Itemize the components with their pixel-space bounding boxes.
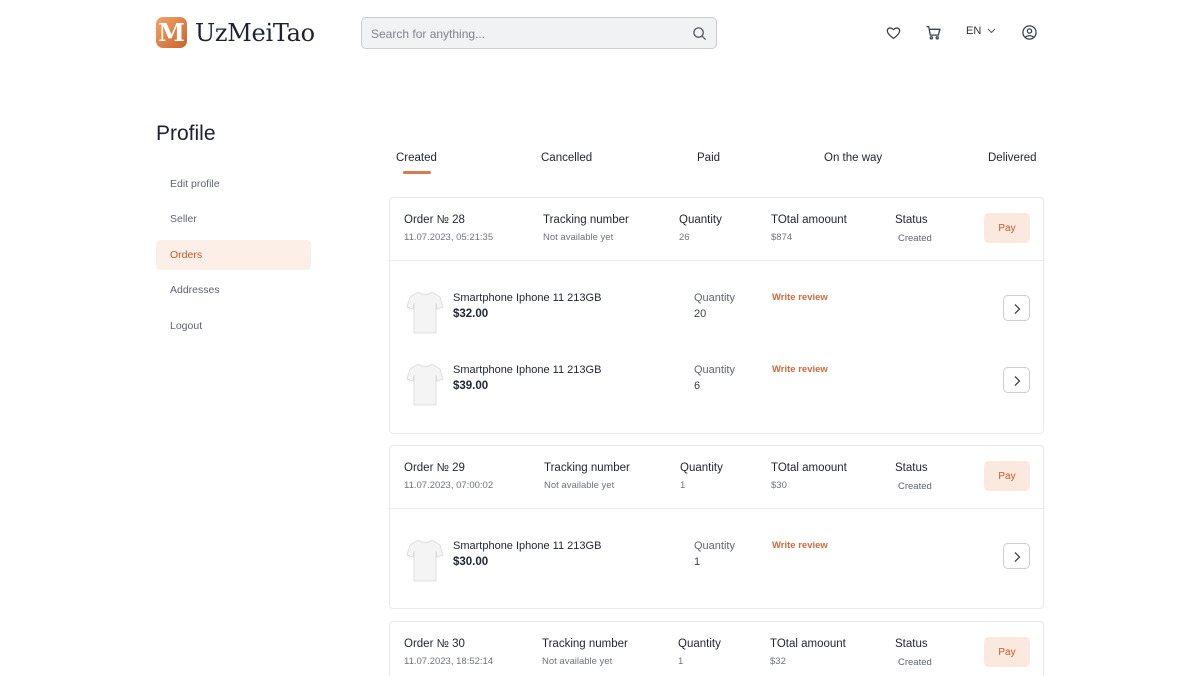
quantity-label: Quantity — [679, 214, 722, 226]
tshirt-image — [406, 363, 444, 406]
search-icon[interactable] — [692, 26, 707, 41]
page-title: Profile — [156, 122, 216, 145]
search-input[interactable] — [371, 24, 671, 44]
tracking-label: Tracking number — [543, 214, 629, 226]
logo-mark: M — [156, 17, 187, 48]
header: M UzMeiTao EN — [0, 0, 1200, 66]
sidebar-item-orders[interactable]: Orders — [156, 240, 311, 270]
logo-text: UzMeiTao — [195, 18, 315, 47]
item-quantity-value: 1 — [694, 556, 701, 568]
language-label: EN — [966, 25, 982, 37]
order-date: 11.07.2023, 07:00:02 — [404, 480, 494, 491]
language-selector[interactable]: EN — [966, 25, 996, 37]
total-label: TOtal amoount — [770, 638, 846, 650]
item-details-button[interactable] — [1003, 367, 1030, 393]
user-icon[interactable] — [1021, 24, 1038, 41]
order-item: Smartphone Iphone 11 213GB $32.00 Quanti… — [390, 282, 1043, 342]
order-title: Order № 30 — [404, 638, 465, 650]
tshirt-image — [406, 539, 444, 582]
heart-icon[interactable] — [885, 24, 902, 41]
write-review-link[interactable]: Write review — [772, 364, 828, 375]
sidebar-item-seller[interactable]: Seller — [156, 204, 311, 234]
item-name: Smartphone Iphone 11 213GB — [453, 292, 602, 304]
pay-button[interactable]: Pay — [984, 637, 1030, 667]
item-price: $30.00 — [453, 556, 489, 568]
write-review-link[interactable]: Write review — [772, 540, 828, 551]
order-card: Order № 30 11.07.2023, 18:52:14 Tracking… — [389, 621, 1044, 676]
item-name: Smartphone Iphone 11 213GB — [453, 364, 602, 376]
order-item: Smartphone Iphone 11 213GB $39.00 Quanti… — [390, 354, 1043, 414]
item-quantity-label: Quantity — [694, 540, 735, 552]
item-quantity-value: 20 — [694, 308, 707, 320]
item-price: $32.00 — [453, 308, 489, 320]
tab-paid[interactable]: Paid — [697, 152, 720, 164]
cart-icon[interactable] — [925, 24, 942, 41]
total-value: $874 — [771, 232, 793, 243]
order-header: Order № 29 11.07.2023, 07:00:02 Tracking… — [390, 446, 1043, 509]
tab-on-the-way[interactable]: On the way — [824, 152, 882, 164]
item-price: $39.00 — [453, 380, 489, 392]
tracking-label: Tracking number — [542, 638, 628, 650]
tshirt-image — [406, 291, 444, 334]
order-item: Smartphone Iphone 11 213GB $30.00 Quanti… — [390, 530, 1043, 590]
tab-created[interactable]: Created — [396, 152, 437, 164]
status-badge: Created — [898, 657, 932, 668]
quantity-value: 26 — [679, 232, 690, 243]
tracking-value: Not available yet — [543, 232, 614, 243]
chevron-down-icon — [987, 28, 996, 34]
logo[interactable]: M UzMeiTao — [156, 17, 315, 48]
total-value: $32 — [770, 656, 786, 667]
tracking-value: Not available yet — [544, 480, 615, 491]
pay-button[interactable]: Pay — [984, 213, 1030, 243]
tab-delivered[interactable]: Delivered — [988, 152, 1037, 164]
item-details-button[interactable] — [1003, 295, 1030, 321]
total-label: TOtal amoount — [771, 462, 847, 474]
chevron-right-icon — [1014, 304, 1021, 314]
search-bar — [361, 17, 717, 49]
status-label: Status — [895, 462, 928, 474]
item-quantity-label: Quantity — [694, 364, 735, 376]
status-badge: Created — [898, 233, 932, 244]
pay-button[interactable]: Pay — [984, 461, 1030, 491]
order-title: Order № 29 — [404, 462, 465, 474]
quantity-label: Quantity — [680, 462, 723, 474]
item-quantity-label: Quantity — [694, 292, 735, 304]
item-name: Smartphone Iphone 11 213GB — [453, 540, 602, 552]
total-label: TOtal amoount — [771, 214, 847, 226]
sidebar-item-logout[interactable]: Logout — [156, 311, 311, 341]
order-header: Order № 28 11.07.2023, 05:21:35 Tracking… — [390, 198, 1043, 261]
order-card: Order № 28 11.07.2023, 05:21:35 Tracking… — [389, 197, 1044, 434]
sidebar-item-addresses[interactable]: Addresses — [156, 275, 311, 305]
chevron-right-icon — [1014, 552, 1021, 562]
order-date: 11.07.2023, 18:52:14 — [404, 656, 494, 667]
sidebar-item-edit-profile[interactable]: Edit profile — [156, 169, 311, 199]
active-tab-indicator — [403, 171, 431, 174]
tracking-value: Not available yet — [542, 656, 613, 667]
tab-cancelled[interactable]: Cancelled — [541, 152, 592, 164]
item-quantity-value: 6 — [694, 380, 701, 392]
status-label: Status — [895, 638, 928, 650]
quantity-value: 1 — [678, 656, 684, 667]
order-header: Order № 30 11.07.2023, 18:52:14 Tracking… — [390, 622, 1043, 676]
quantity-value: 1 — [680, 480, 686, 491]
write-review-link[interactable]: Write review — [772, 292, 828, 303]
quantity-label: Quantity — [678, 638, 721, 650]
item-details-button[interactable] — [1003, 543, 1030, 569]
order-card: Order № 29 11.07.2023, 07:00:02 Tracking… — [389, 445, 1044, 609]
total-value: $30 — [771, 480, 787, 491]
chevron-right-icon — [1014, 376, 1021, 386]
status-label: Status — [895, 214, 928, 226]
status-badge: Created — [898, 481, 932, 492]
order-date: 11.07.2023, 05:21:35 — [404, 232, 494, 243]
tracking-label: Tracking number — [544, 462, 630, 474]
order-title: Order № 28 — [404, 214, 465, 226]
